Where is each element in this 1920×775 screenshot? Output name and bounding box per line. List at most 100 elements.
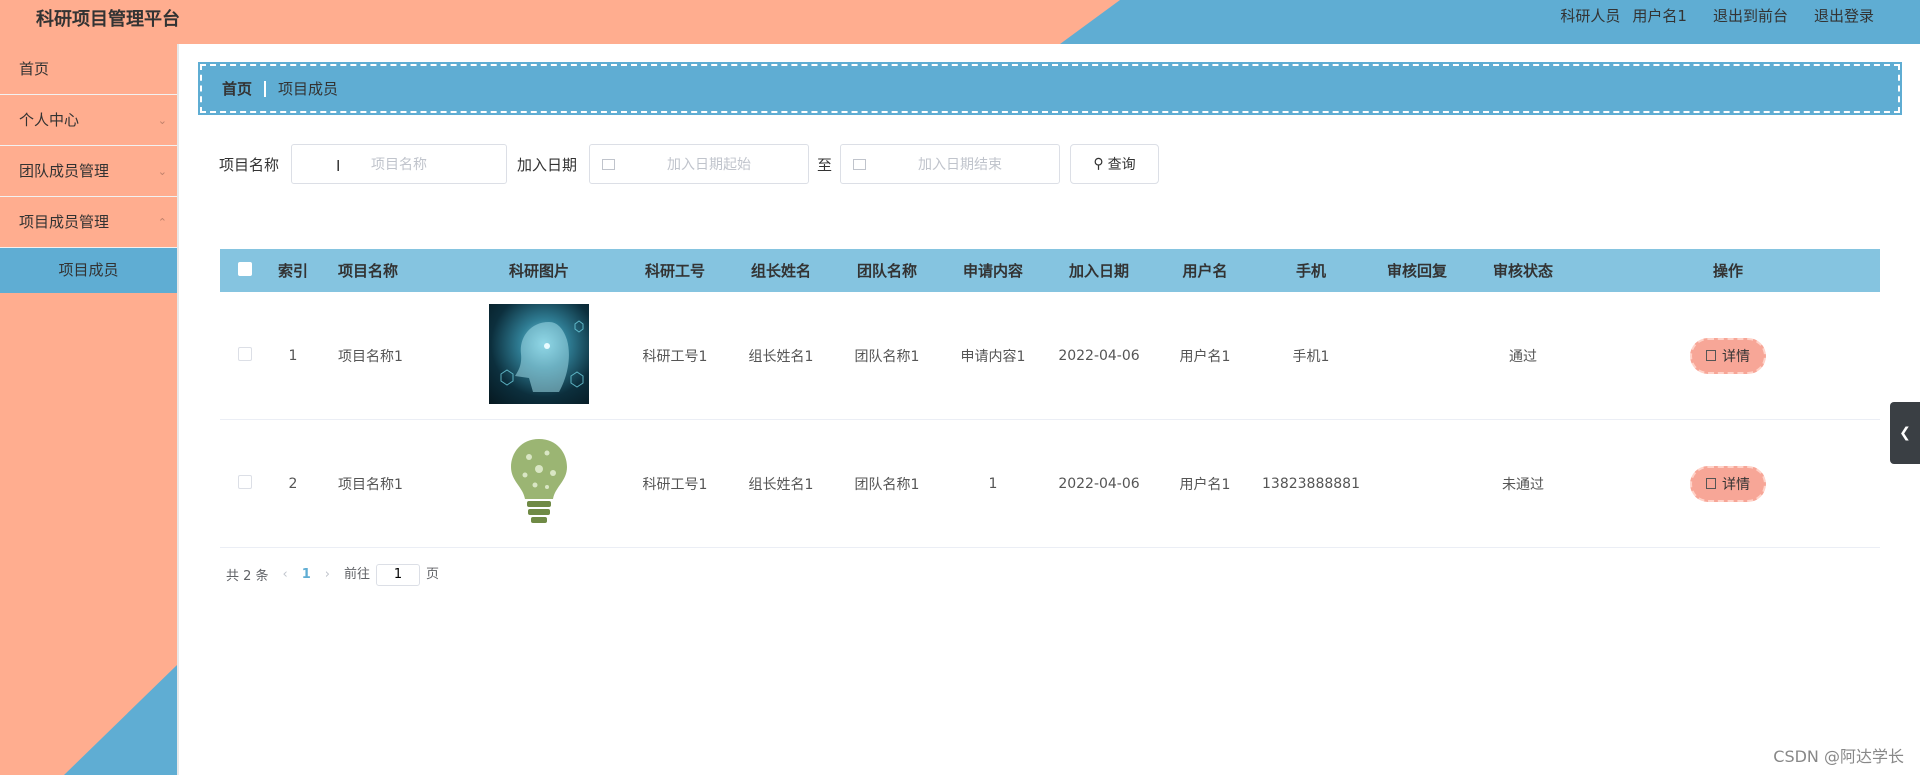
ai-face-image bbox=[489, 303, 589, 404]
column-header: 项目名称 bbox=[338, 262, 399, 280]
cell-date: 2022-04-06 bbox=[1058, 475, 1140, 492]
app-title: 科研项目管理平台 bbox=[36, 9, 180, 30]
column-header: 手机 bbox=[1295, 262, 1326, 280]
table-row: 2 项目名称1 科研工号1 组长姓名1 团队名称1 1 2022-04-06 用… bbox=[220, 420, 1880, 548]
sidebar-corner-decoration bbox=[64, 665, 177, 775]
watermark: CSDN @阿达学长 bbox=[1773, 747, 1904, 766]
column-header: 申请内容 bbox=[962, 262, 1023, 280]
project-name-input[interactable]: I 项目名称 bbox=[291, 144, 508, 184]
chevron-down-icon: ⌄ bbox=[157, 114, 167, 127]
cell-index: 1 bbox=[288, 347, 298, 364]
cell-staff-id: 科研工号1 bbox=[642, 476, 708, 493]
cell-index: 2 bbox=[288, 475, 298, 492]
sidebar-item-home[interactable]: 首页 bbox=[0, 44, 177, 95]
cell-team: 团队名称1 bbox=[854, 348, 920, 365]
pagination-total: 共 2 条 bbox=[226, 568, 269, 584]
date-start-input[interactable]: 加入日期起始 bbox=[589, 144, 810, 184]
project-name-label: 项目名称 bbox=[219, 155, 280, 174]
sidebar-item-team-members[interactable]: 团队成员管理 ⌄ bbox=[0, 146, 177, 197]
query-button-label: 查询 bbox=[1107, 157, 1136, 173]
logout-link[interactable]: 退出登录 bbox=[1814, 5, 1874, 26]
table-header: 索引 项目名称 科研图片 科研工号 组长姓名 团队名称 申请内容 加入日期 用户… bbox=[220, 249, 1880, 292]
cell-team: 团队名称1 bbox=[854, 476, 920, 493]
detail-button-label: 详情 bbox=[1722, 348, 1750, 365]
pagination-page-unit: 页 bbox=[426, 567, 440, 582]
chevron-up-icon: ⌃ bbox=[157, 216, 167, 229]
text-cursor-icon: I bbox=[336, 157, 341, 175]
cell-date: 2022-04-06 bbox=[1058, 347, 1140, 364]
date-range-separator: 至 bbox=[817, 155, 833, 174]
search-icon: ⚲ bbox=[1093, 156, 1104, 172]
cell-project: 项目名称1 bbox=[338, 476, 403, 493]
document-icon bbox=[1706, 350, 1716, 361]
query-button[interactable]: ⚲ 查询 bbox=[1070, 144, 1160, 184]
pagination-page-input[interactable] bbox=[376, 563, 421, 586]
column-header: 索引 bbox=[277, 262, 308, 280]
date-end-input[interactable]: 加入日期结束 bbox=[840, 144, 1061, 184]
detail-button[interactable]: 详情 bbox=[1690, 465, 1766, 502]
select-all-cell bbox=[220, 261, 270, 280]
row-select-cell bbox=[220, 346, 270, 365]
date-start-placeholder: 加入日期起始 bbox=[667, 157, 752, 173]
chevron-right-icon[interactable]: › bbox=[325, 567, 330, 582]
column-header: 加入日期 bbox=[1068, 262, 1129, 280]
row-checkbox[interactable] bbox=[238, 474, 252, 489]
cell-status: 通过 bbox=[1509, 348, 1537, 365]
row-select-cell bbox=[220, 474, 270, 493]
cell-content: 申请内容1 bbox=[960, 348, 1026, 365]
chevron-left-icon: ❮ bbox=[1899, 425, 1911, 441]
exit-to-front-link[interactable]: 退出到前台 bbox=[1713, 5, 1788, 26]
top-header: 科研项目管理平台 科研人员 用户名1 退出到前台 退出登录 bbox=[0, 0, 1920, 44]
pagination-current-page[interactable]: 1 bbox=[302, 567, 311, 582]
sidebar-divider bbox=[177, 44, 179, 775]
members-table: 索引 项目名称 科研图片 科研工号 组长姓名 团队名称 申请内容 加入日期 用户… bbox=[220, 249, 1880, 548]
header-user-info: 科研人员 用户名1 bbox=[1560, 5, 1687, 26]
column-header: 审核回复 bbox=[1386, 262, 1447, 280]
join-date-label: 加入日期 bbox=[517, 155, 578, 174]
chevron-left-icon[interactable]: ‹ bbox=[283, 567, 288, 582]
breadcrumb: 首页 项目成员 bbox=[198, 62, 1902, 115]
column-header: 团队名称 bbox=[856, 262, 917, 280]
cell-user: 用户名1 bbox=[1179, 348, 1231, 365]
select-all-checkbox[interactable] bbox=[238, 261, 252, 276]
cell-image bbox=[456, 435, 622, 533]
breadcrumb-current: 项目成员 bbox=[278, 80, 339, 98]
chevron-down-icon: ⌄ bbox=[157, 165, 167, 178]
detail-button-label: 详情 bbox=[1722, 476, 1750, 493]
column-header: 用户名 bbox=[1182, 262, 1228, 280]
cell-phone: 13823888881 bbox=[1262, 475, 1360, 492]
detail-button[interactable]: 详情 bbox=[1690, 337, 1766, 374]
project-name-placeholder: 项目名称 bbox=[371, 157, 428, 173]
cell-action: 详情 bbox=[1576, 337, 1880, 374]
cell-leader: 组长姓名1 bbox=[748, 476, 814, 493]
pagination-goto-label: 前往 bbox=[344, 567, 371, 582]
header-actions: 科研人员 用户名1 退出到前台 退出登录 bbox=[1560, 5, 1874, 26]
breadcrumb-separator bbox=[264, 80, 267, 97]
cell-user: 用户名1 bbox=[1179, 476, 1231, 493]
sidebar-item-label: 团队成员管理 bbox=[19, 162, 110, 180]
pagination: 共 2 条 ‹ 1 › 前往 页 bbox=[226, 563, 439, 586]
calendar-icon bbox=[853, 158, 867, 170]
breadcrumb-home[interactable]: 首页 bbox=[222, 78, 252, 99]
sidebar-subitem-project-members[interactable]: 项目成员 bbox=[0, 248, 177, 293]
row-checkbox[interactable] bbox=[238, 346, 252, 361]
cell-status: 未通过 bbox=[1502, 476, 1544, 493]
column-header: 科研图片 bbox=[508, 262, 569, 280]
cell-image bbox=[456, 303, 622, 408]
sidebar-item-personal-center[interactable]: 个人中心 ⌄ bbox=[0, 95, 177, 146]
document-icon bbox=[1706, 478, 1716, 489]
column-header: 科研工号 bbox=[644, 262, 705, 280]
date-end-placeholder: 加入日期结束 bbox=[918, 157, 1003, 173]
sidebar-item-label: 首页 bbox=[19, 60, 50, 78]
collapse-panel-toggle[interactable]: ❮ bbox=[1890, 402, 1920, 464]
sidebar: 首页 个人中心 ⌄ 团队成员管理 ⌄ 项目成员管理 ⌃ 项目成员 bbox=[0, 44, 177, 775]
green-bulb-image bbox=[507, 435, 571, 529]
column-header: 组长姓名 bbox=[750, 262, 811, 280]
sidebar-item-project-members-mgmt[interactable]: 项目成员管理 ⌃ bbox=[0, 197, 177, 248]
column-header: 审核状态 bbox=[1492, 262, 1553, 280]
cell-content: 1 bbox=[988, 475, 998, 492]
cell-staff-id: 科研工号1 bbox=[642, 348, 708, 365]
search-bar: 项目名称 I 项目名称 加入日期 加入日期起始 至 加入日期结束 ⚲ 查询 bbox=[219, 144, 1160, 184]
sidebar-item-label: 项目成员管理 bbox=[19, 213, 110, 231]
calendar-icon bbox=[602, 158, 616, 170]
